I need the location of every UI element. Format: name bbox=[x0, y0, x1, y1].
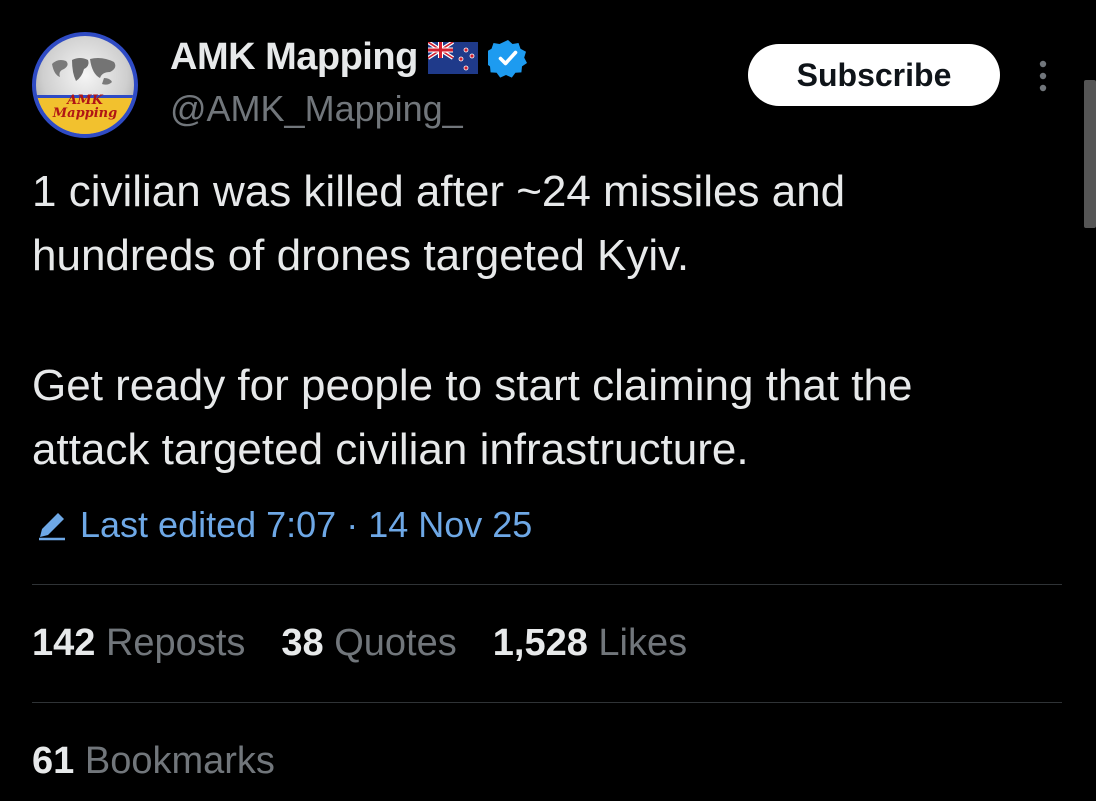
verified-badge-icon bbox=[487, 39, 527, 78]
edited-timestamp[interactable]: Last edited 7:07 · 14 Nov 25 bbox=[80, 504, 532, 546]
divider bbox=[32, 702, 1062, 703]
avatar[interactable]: AMK Mapping bbox=[32, 32, 138, 138]
reposts-stat[interactable]: 142 Reposts bbox=[32, 622, 245, 665]
likes-stat[interactable]: 1,528 Likes bbox=[493, 622, 687, 665]
display-name[interactable]: AMK Mapping bbox=[170, 36, 418, 79]
reposts-label: Reposts bbox=[105, 622, 246, 664]
pencil-icon bbox=[39, 513, 65, 541]
tweet-paragraph: Get ready for people to start claiming t… bbox=[32, 361, 913, 474]
edit-history-link[interactable]: Last edited 7:07 · 14 Nov 25 bbox=[34, 504, 532, 546]
divider bbox=[32, 584, 1062, 585]
quotes-stat[interactable]: 38 Quotes bbox=[281, 622, 456, 665]
reposts-count: 142 bbox=[32, 622, 96, 664]
avatar-logo-text: AMK Mapping bbox=[52, 93, 118, 121]
tweet-paragraph: 1 civilian was killed after ~24 missiles… bbox=[32, 167, 846, 280]
likes-count: 1,528 bbox=[492, 622, 588, 664]
name-row: AMK Mapping bbox=[170, 36, 528, 79]
bookmarks-label: Bookmarks bbox=[84, 740, 275, 782]
new-zealand-flag-icon bbox=[427, 41, 478, 74]
scrollbar[interactable] bbox=[1084, 80, 1096, 228]
bookmarks-count: 61 bbox=[32, 740, 75, 782]
subscribe-button[interactable]: Subscribe bbox=[748, 44, 1000, 106]
likes-label: Likes bbox=[598, 622, 688, 664]
quotes-count: 38 bbox=[281, 622, 324, 664]
more-options-icon[interactable] bbox=[1028, 56, 1058, 96]
quotes-label: Quotes bbox=[334, 622, 457, 664]
bookmarks-stat[interactable]: 61 Bookmarks bbox=[32, 740, 275, 783]
tweet-header: AMK Mapping AMK Mapping @AMK_Mapping_ Su… bbox=[32, 30, 1062, 140]
world-map-graphic bbox=[52, 58, 116, 85]
engagement-stats: 142 Reposts 38 Quotes 1,528 Likes bbox=[32, 622, 687, 665]
user-handle[interactable]: @AMK_Mapping_ bbox=[170, 88, 463, 130]
tweet-text: 1 civilian was killed after ~24 missiles… bbox=[32, 160, 1032, 482]
